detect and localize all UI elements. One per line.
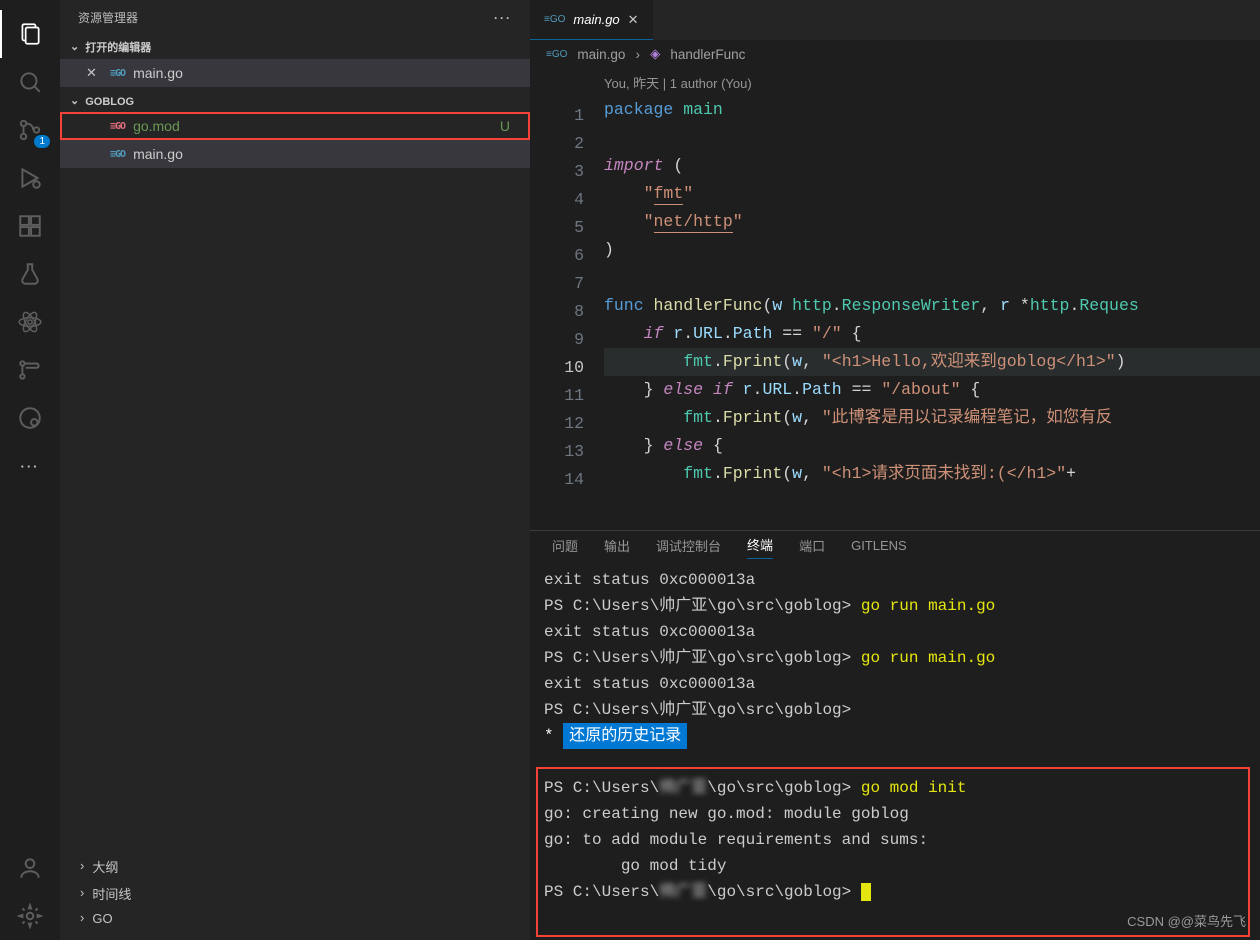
open-editors-section[interactable]: ⌄ 打开的编辑器 bbox=[60, 35, 530, 59]
code-editor[interactable]: 1 2 3 4 5 6 7 8 9 10 11 12 13 14 You, 昨天… bbox=[530, 68, 1260, 530]
line-gutter: 1 2 3 4 5 6 7 8 9 10 11 12 13 14 bbox=[530, 68, 602, 530]
cube-icon: ◈ bbox=[650, 46, 660, 62]
open-editor-item[interactable]: ✕ ≡GO main.go bbox=[60, 59, 530, 87]
git-status-badge: U bbox=[500, 118, 510, 134]
code-content[interactable]: You, 昨天 | 1 author (You)package main imp… bbox=[602, 68, 1260, 530]
editor-tab-main-go[interactable]: ≡GO main.go ✕ bbox=[530, 0, 653, 40]
chevron-down-icon: ⌄ bbox=[70, 40, 79, 53]
editor-group: ≡GO main.go ✕ ≡GO main.go › ◈ handlerFun… bbox=[530, 0, 1260, 940]
close-icon[interactable]: ✕ bbox=[86, 65, 102, 81]
extensions-icon[interactable] bbox=[0, 202, 60, 250]
more-icon[interactable]: ··· bbox=[0, 442, 60, 490]
terminal[interactable]: exit status 0xc000013a PS C:\Users\帅广亚\g… bbox=[530, 559, 1260, 940]
scm-badge: 1 bbox=[34, 135, 50, 148]
activity-bar: 1 ··· bbox=[0, 0, 60, 940]
timeline-icon[interactable] bbox=[0, 346, 60, 394]
editor-tabs: ≡GO main.go ✕ bbox=[530, 0, 1260, 40]
bottom-panel: 问题 输出 调试控制台 终端 端口 GITLENS exit status 0x… bbox=[530, 530, 1260, 940]
chevron-right-icon: › bbox=[80, 858, 84, 873]
chevron-down-icon: ⌄ bbox=[70, 94, 79, 107]
chevron-right-icon: › bbox=[80, 910, 84, 925]
breadcrumb[interactable]: ≡GO main.go › ◈ handlerFunc bbox=[530, 40, 1260, 68]
go-file-icon: ≡GO bbox=[544, 14, 565, 25]
file-main-go[interactable]: ≡GO main.go bbox=[60, 140, 530, 168]
project-section[interactable]: ⌄ GOBLOG bbox=[60, 91, 530, 112]
settings-icon[interactable] bbox=[0, 892, 60, 940]
timeline-section[interactable]: ›时间线 bbox=[60, 880, 530, 907]
explorer-icon[interactable] bbox=[0, 10, 60, 58]
testing-icon[interactable] bbox=[0, 250, 60, 298]
panel-tab-gitlens[interactable]: GITLENS bbox=[851, 534, 907, 557]
panel-tabs: 问题 输出 调试控制台 终端 端口 GITLENS bbox=[530, 531, 1260, 559]
chevron-right-icon: › bbox=[80, 885, 84, 900]
react-icon[interactable] bbox=[0, 298, 60, 346]
search-icon[interactable] bbox=[0, 58, 60, 106]
chevron-right-icon: › bbox=[635, 47, 640, 62]
panel-tab-ports[interactable]: 端口 bbox=[799, 532, 825, 559]
go-mod-icon: ≡GO bbox=[110, 121, 125, 132]
panel-tab-terminal[interactable]: 终端 bbox=[747, 531, 773, 559]
terminal-cursor bbox=[861, 883, 871, 901]
sidebar-title: 资源管理器 bbox=[78, 9, 138, 26]
run-debug-icon[interactable] bbox=[0, 154, 60, 202]
go-section[interactable]: ›GO bbox=[60, 907, 530, 930]
panel-tab-problems[interactable]: 问题 bbox=[552, 532, 578, 559]
go-file-icon: ≡GO bbox=[110, 68, 125, 79]
codelens[interactable]: You, 昨天 | 1 author (You) bbox=[604, 74, 1260, 96]
accounts-icon[interactable] bbox=[0, 844, 60, 892]
go-file-icon: ≡GO bbox=[546, 49, 567, 60]
sidebar-more-icon[interactable]: ··· bbox=[494, 11, 512, 25]
go-file-icon: ≡GO bbox=[110, 149, 125, 160]
close-icon[interactable]: ✕ bbox=[628, 12, 639, 28]
file-go-mod[interactable]: ≡GO go.mod U bbox=[60, 112, 530, 140]
panel-tab-debug[interactable]: 调试控制台 bbox=[656, 532, 721, 559]
remote-icon[interactable] bbox=[0, 394, 60, 442]
panel-tab-output[interactable]: 输出 bbox=[604, 532, 630, 559]
outline-section[interactable]: ›大纲 bbox=[60, 853, 530, 880]
explorer-sidebar: 资源管理器 ··· ⌄ 打开的编辑器 ✕ ≡GO main.go ⌄ GOBLO… bbox=[60, 0, 530, 940]
source-control-icon[interactable]: 1 bbox=[0, 106, 60, 154]
